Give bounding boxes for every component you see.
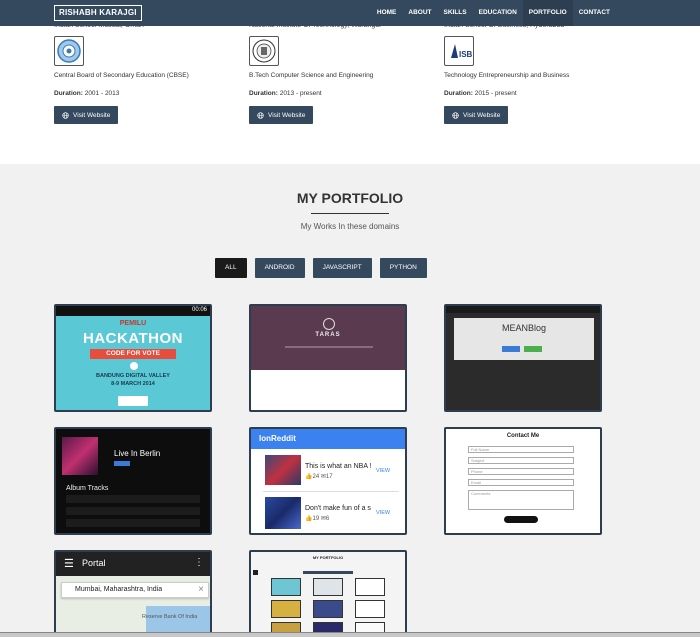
menu-icon: ☰ — [64, 558, 74, 570]
portfolio-item-music[interactable]: Live In Berlin Album Tracks — [54, 427, 212, 535]
degree-name: B.Tech Computer Science and Engineering — [249, 72, 374, 79]
filter-android-button[interactable]: ANDROID — [254, 258, 305, 278]
ionreddit-list: This is what an NBA ! 👍24 ✉17 VIEW Don't… — [251, 449, 405, 533]
portfolio-item-contact[interactable]: Contact Me Full Name Subject Phone Email… — [444, 427, 602, 535]
visit-website-button[interactable]: Visit Website — [249, 106, 314, 124]
portfolio-item-meanblog[interactable]: MEANBlog — [444, 304, 602, 412]
education-card-school: Indian School Muscat, Oman Central Board… — [54, 22, 234, 124]
degree-name: Technology Entrepreneurship and Business — [444, 72, 570, 79]
portfolio-item-portfolio-site[interactable]: MY PORTFOLIO — [249, 550, 407, 637]
education-card-isb: Indian School Of Business, Hyderabad ISB… — [444, 22, 624, 124]
contact-form-screen: Contact Me Full Name Subject Phone Email… — [446, 429, 600, 533]
degree-name: Central Board of Secondary Education (CB… — [54, 72, 189, 79]
brand-logo[interactable]: RISHABH KARAJGI — [54, 5, 142, 21]
portfolio-subtitle: My Works In these domains — [300, 222, 400, 231]
portfolio-item-hackathon[interactable]: 00:06 PEMILU HACKATHON CODE FOR VOTE BAN… — [54, 304, 212, 412]
nav-skills[interactable]: SKILLS — [438, 0, 473, 26]
hackathon-banner: PEMILU HACKATHON CODE FOR VOTE BANDUNG D… — [56, 316, 210, 410]
nav-about[interactable]: ABOUT — [402, 0, 437, 26]
visit-website-button[interactable]: Visit Website — [444, 106, 509, 124]
portfolio-item-taras[interactable]: TARAS — [249, 304, 407, 412]
nav-education[interactable]: EDUCATION — [473, 0, 523, 26]
portfolio-filters: ALL ANDROID JAVASCRIPT PYTHON — [215, 258, 427, 278]
visit-website-button[interactable]: Visit Website — [54, 106, 119, 124]
nav-home[interactable]: HOME — [371, 0, 403, 26]
taras-banner: TARAS — [251, 306, 405, 370]
filter-javascript-button[interactable]: JAVASCRIPT — [312, 258, 372, 278]
portfolio-title: MY PORTFOLIO — [296, 190, 404, 206]
navbar: RISHABH KARAJGI HOME ABOUT SKILLS EDUCAT… — [0, 0, 700, 26]
map-search-input[interactable]: Mumbai, Maharashtra, India × — [61, 582, 209, 598]
portal-appbar: ☰ Portal ⋮ — [56, 552, 210, 576]
ionreddit-header: IonReddit — [251, 429, 405, 449]
close-icon[interactable]: × — [198, 584, 204, 595]
window-bottom-edge — [0, 632, 700, 637]
svg-text:ISB: ISB — [459, 50, 472, 59]
phone-status-bar: 00:06 — [56, 306, 210, 316]
portfolio-site-screen: MY PORTFOLIO — [251, 552, 405, 637]
portal-map: Mumbai, Maharashtra, India × Reserve Ban… — [56, 576, 210, 637]
portfolio-item-ionreddit[interactable]: IonReddit This is what an NBA ! 👍24 ✉17 … — [249, 427, 407, 535]
filter-python-button[interactable]: PYTHON — [379, 258, 427, 278]
nav-portfolio[interactable]: PORTFOLIO — [522, 0, 573, 26]
duration: Duration: 2015 - present — [444, 90, 517, 97]
filter-all-button[interactable]: ALL — [215, 258, 247, 278]
music-screen: Live In Berlin Album Tracks — [56, 429, 210, 533]
portfolio-item-portal[interactable]: ☰ Portal ⋮ Mumbai, Maharashtra, India × … — [54, 550, 212, 637]
globe-icon — [452, 111, 459, 119]
duration: Duration: 2013 - present — [249, 90, 322, 97]
meanblog-screen: MEANBlog — [446, 306, 600, 410]
cbse-logo-icon — [54, 36, 84, 66]
more-icon: ⋮ — [194, 557, 204, 568]
nit-logo-icon — [249, 36, 279, 66]
nav-menu: HOME ABOUT SKILLS EDUCATION PORTFOLIO CO… — [371, 0, 616, 26]
nav-contact[interactable]: CONTACT — [573, 0, 616, 26]
title-divider — [311, 213, 389, 214]
education-card-nit: National Institute Of Technology, Warang… — [249, 22, 429, 124]
education-section: Indian School Muscat, Oman Central Board… — [0, 22, 700, 164]
isb-logo-icon: ISB — [444, 36, 474, 66]
globe-icon — [62, 111, 69, 119]
globe-icon — [257, 111, 264, 119]
duration: Duration: 2001 - 2013 — [54, 90, 120, 97]
